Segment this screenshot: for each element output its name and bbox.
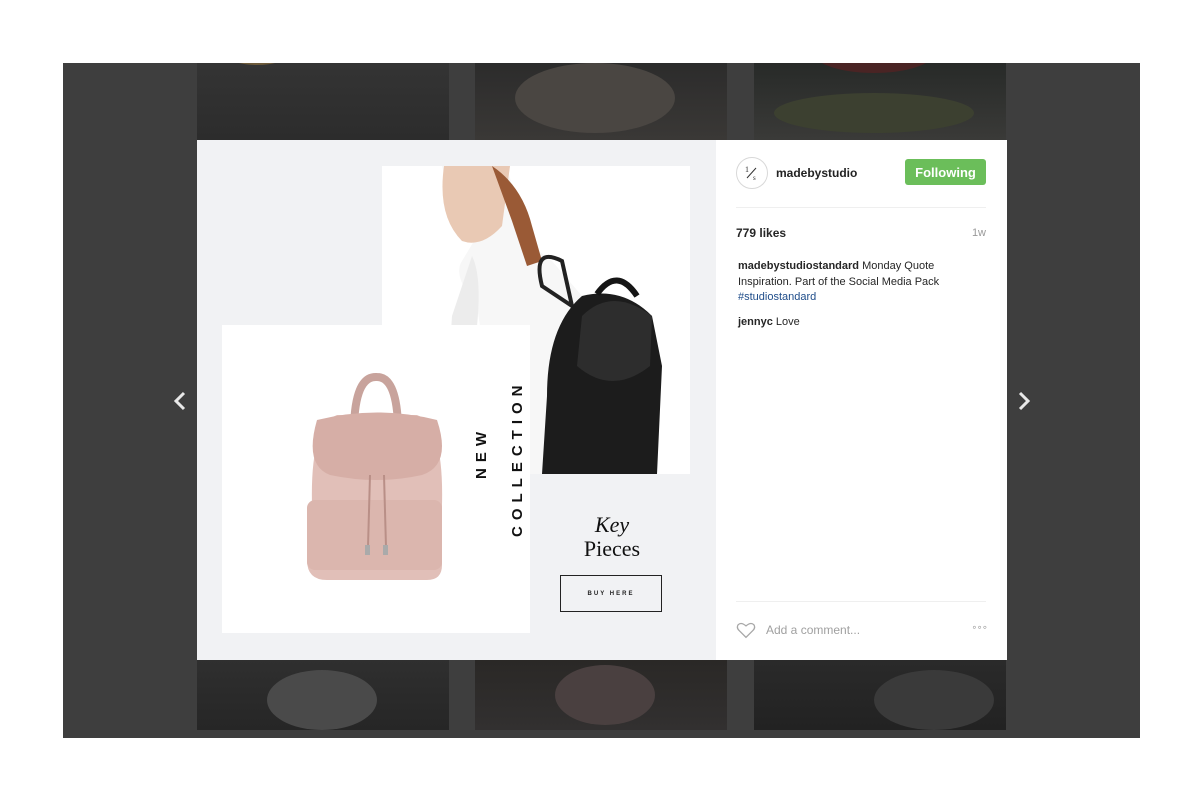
add-comment-input[interactable]: Add a comment... <box>766 623 860 637</box>
buy-here-button: BUY HERE <box>560 575 662 612</box>
grid-post-thumbnail[interactable] <box>197 660 449 730</box>
collection-heading-text: COLLECTION <box>509 379 526 538</box>
grid-post-thumbnail[interactable] <box>475 63 727 140</box>
key-text: Key <box>594 512 630 537</box>
comment-username[interactable]: jennyc <box>738 316 773 328</box>
thumbnail-detail <box>814 63 934 73</box>
grid-post-thumbnail[interactable] <box>475 660 727 730</box>
thumbnail-detail <box>555 665 655 725</box>
thumbnail-detail <box>267 670 377 730</box>
studio-logo-icon: 1 s <box>745 165 757 182</box>
thumbnail-detail <box>227 63 287 65</box>
likes-count[interactable]: 779 likes <box>736 226 786 240</box>
comment-bar: Add a comment... ◦◦◦ <box>736 619 988 643</box>
grid-post-thumbnail[interactable] <box>754 660 1006 730</box>
thumbnail-detail <box>874 670 994 730</box>
key-pieces-title: Key Pieces <box>577 513 647 561</box>
account-username[interactable]: madebystudio <box>776 166 857 180</box>
previous-post-button[interactable] <box>165 386 195 416</box>
post-age[interactable]: 1w <box>972 227 986 239</box>
thumbnail-detail <box>515 63 675 133</box>
post-image: NEW COLLECTION Key Pieces BUY HERE <box>197 140 716 660</box>
avatar[interactable]: 1 s <box>736 157 768 189</box>
more-options-icon[interactable]: ◦◦◦ <box>972 620 988 634</box>
caption-username[interactable]: madebystudiostandard <box>738 260 859 272</box>
hashtag-link[interactable]: #studiostandard <box>738 291 816 303</box>
post-header: 1 s madebystudio Following <box>736 157 986 191</box>
thumbnail-detail <box>774 93 974 133</box>
svg-text:1: 1 <box>745 165 749 174</box>
divider <box>736 601 986 602</box>
following-button[interactable]: Following <box>905 159 986 185</box>
heart-icon <box>736 622 756 639</box>
post-details-panel: 1 s madebystudio Following 779 likes 1w … <box>716 140 1007 660</box>
next-post-button[interactable] <box>1009 386 1039 416</box>
post-caption: madebystudiostandard Monday Quote Inspir… <box>738 259 970 306</box>
chevron-left-icon <box>173 391 186 411</box>
divider <box>736 207 986 208</box>
chevron-right-icon <box>1018 391 1031 411</box>
post-modal: NEW COLLECTION Key Pieces BUY HERE 1 s m… <box>197 140 1007 660</box>
grid-post-thumbnail[interactable] <box>197 63 449 140</box>
comment: jennyc Love <box>738 316 800 328</box>
new-heading-text: NEW <box>473 426 490 479</box>
like-button[interactable] <box>736 621 756 639</box>
pieces-text: Pieces <box>583 536 641 561</box>
grid-post-thumbnail[interactable] <box>754 63 1006 140</box>
pink-backpack-photo <box>222 325 530 633</box>
svg-text:s: s <box>753 174 756 182</box>
comment-text: Love <box>775 316 800 328</box>
